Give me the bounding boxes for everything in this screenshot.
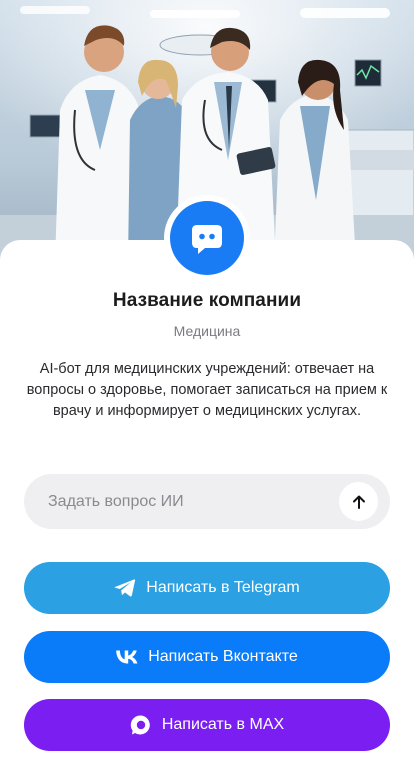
- max-button-label: Написать в MAX: [161, 716, 285, 733]
- telegram-button[interactable]: Написать в Telegram: [24, 562, 390, 614]
- company-category: Медицина: [173, 323, 241, 339]
- max-button[interactable]: Написать в MAX: [24, 699, 390, 751]
- max-icon: [130, 714, 152, 736]
- company-avatar: [164, 195, 250, 281]
- ask-ai-input[interactable]: [24, 474, 324, 529]
- telegram-icon: [114, 578, 136, 598]
- vk-icon: [116, 650, 138, 664]
- arrow-up-icon: [352, 495, 365, 509]
- telegram-button-label: Написать в Telegram: [146, 579, 300, 596]
- chat-bot-icon: [170, 201, 244, 275]
- ask-ai-field: [24, 474, 390, 529]
- vk-button[interactable]: Написать Вконтакте: [24, 631, 390, 683]
- vk-button-label: Написать Вконтакте: [148, 648, 298, 665]
- send-button[interactable]: [339, 482, 378, 521]
- company-description: AI-бот для медицинских учреждений: отвеч…: [26, 361, 388, 419]
- company-name: Название компании: [112, 290, 302, 311]
